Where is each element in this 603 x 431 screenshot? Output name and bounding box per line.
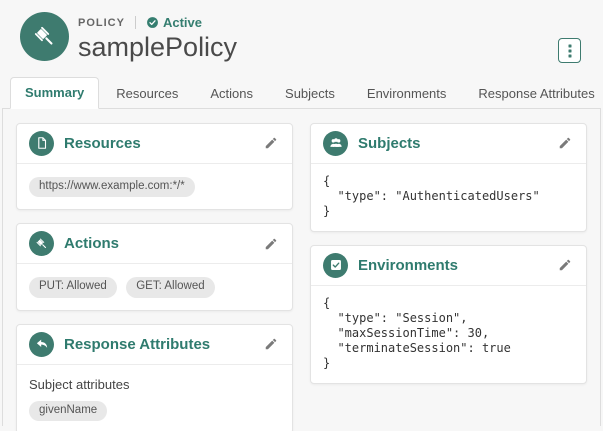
gavel-icon (36, 238, 46, 248)
left-column: Resources https://www.example.com:*/* Ac… (16, 122, 293, 431)
actions-card-title: Actions (64, 235, 120, 253)
status-label: Active (162, 15, 202, 30)
response-attributes-card-title: Response Attributes (64, 335, 211, 353)
subjects-card-title: Subjects (358, 134, 421, 152)
policy-summary-page: POLICY Active samplePolicy Summary Resou… (0, 0, 603, 431)
action-tag: GET: Allowed (126, 277, 215, 298)
subjects-card-body: { "type": "AuthenticatedUsers" } (311, 164, 586, 231)
environments-card-header: Environments (311, 246, 586, 286)
page-title: samplePolicy (78, 32, 238, 62)
resource-tag: https://www.example.com:*/* (29, 176, 195, 198)
edit-resources-button[interactable] (262, 134, 280, 152)
resources-icon-circle (29, 130, 54, 156)
pencil-icon (559, 259, 571, 271)
response-attributes-card-header: Response Attributes (17, 325, 292, 365)
actions-card-header: Actions (17, 224, 292, 265)
policy-avatar (20, 12, 69, 61)
edit-environments-button[interactable] (556, 256, 574, 274)
pencil-icon (265, 137, 277, 149)
check-circle-icon (147, 17, 158, 28)
gavel-icon (34, 26, 53, 45)
resources-card: Resources https://www.example.com:*/* (16, 122, 293, 211)
actions-card: Actions PUT: Allowed GET: Allowed (16, 223, 293, 311)
check-square-icon (330, 260, 341, 271)
policy-tabs: Summary Resources Actions Subjects Envir… (2, 76, 603, 109)
policy-type-label: POLICY (78, 16, 125, 29)
edit-actions-button[interactable] (262, 235, 280, 253)
summary-panel: Resources https://www.example.com:*/* Ac… (2, 108, 601, 431)
action-tag: PUT: Allowed (29, 277, 117, 298)
response-attribute-tag: givenName (29, 400, 108, 422)
environments-json: { "type": "Session", "maxSessionTime": 3… (323, 295, 511, 370)
tab-response-attributes[interactable]: Response Attributes (463, 78, 603, 109)
environments-card-title: Environments (358, 256, 459, 274)
users-icon (329, 138, 342, 148)
tab-resources[interactable]: Resources (101, 78, 193, 109)
header-meta-row: POLICY Active (78, 15, 237, 30)
actions-icon-circle (29, 231, 54, 257)
pencil-icon (265, 338, 277, 350)
subjects-icon-circle (323, 130, 348, 156)
policy-header: POLICY Active samplePolicy (0, 0, 603, 63)
response-attributes-card: Response Attributes Subject attributes g… (16, 323, 293, 431)
subjects-card-header: Subjects (311, 124, 586, 164)
status-badge: Active (146, 15, 202, 30)
pencil-icon (559, 137, 571, 149)
tab-actions[interactable]: Actions (195, 78, 268, 109)
resources-card-title: Resources (64, 134, 141, 152)
actions-card-body: PUT: Allowed GET: Allowed (17, 264, 292, 310)
tab-summary[interactable]: Summary (10, 76, 100, 109)
environments-card-body: { "type": "Session", "maxSessionTime": 3… (311, 286, 586, 383)
subject-attributes-label: Subject attributes (29, 376, 130, 392)
meta-divider (134, 16, 136, 29)
edit-subjects-button[interactable] (556, 134, 574, 152)
edit-response-attributes-button[interactable] (262, 335, 280, 353)
subjects-json: { "type": "AuthenticatedUsers" } (323, 173, 540, 218)
resources-card-body: https://www.example.com:*/* (17, 164, 292, 210)
right-column: Subjects { "type": "AuthenticatedUsers" … (310, 122, 587, 384)
tab-subjects[interactable]: Subjects (270, 78, 350, 109)
reply-icon (36, 339, 47, 349)
kebab-icon (568, 44, 571, 57)
header-text: POLICY Active samplePolicy (78, 12, 237, 63)
response-attributes-card-body: Subject attributes givenName (17, 365, 292, 431)
file-icon (37, 137, 46, 149)
tab-environments[interactable]: Environments (352, 78, 461, 109)
environments-card: Environments { "type": "Session", "maxSe… (310, 244, 587, 384)
resources-card-header: Resources (17, 124, 292, 164)
subjects-card: Subjects { "type": "AuthenticatedUsers" … (310, 122, 587, 232)
environments-icon-circle (323, 252, 348, 278)
options-menu-button[interactable] (558, 38, 581, 63)
pencil-icon (265, 238, 277, 249)
response-attributes-icon-circle (29, 331, 54, 357)
